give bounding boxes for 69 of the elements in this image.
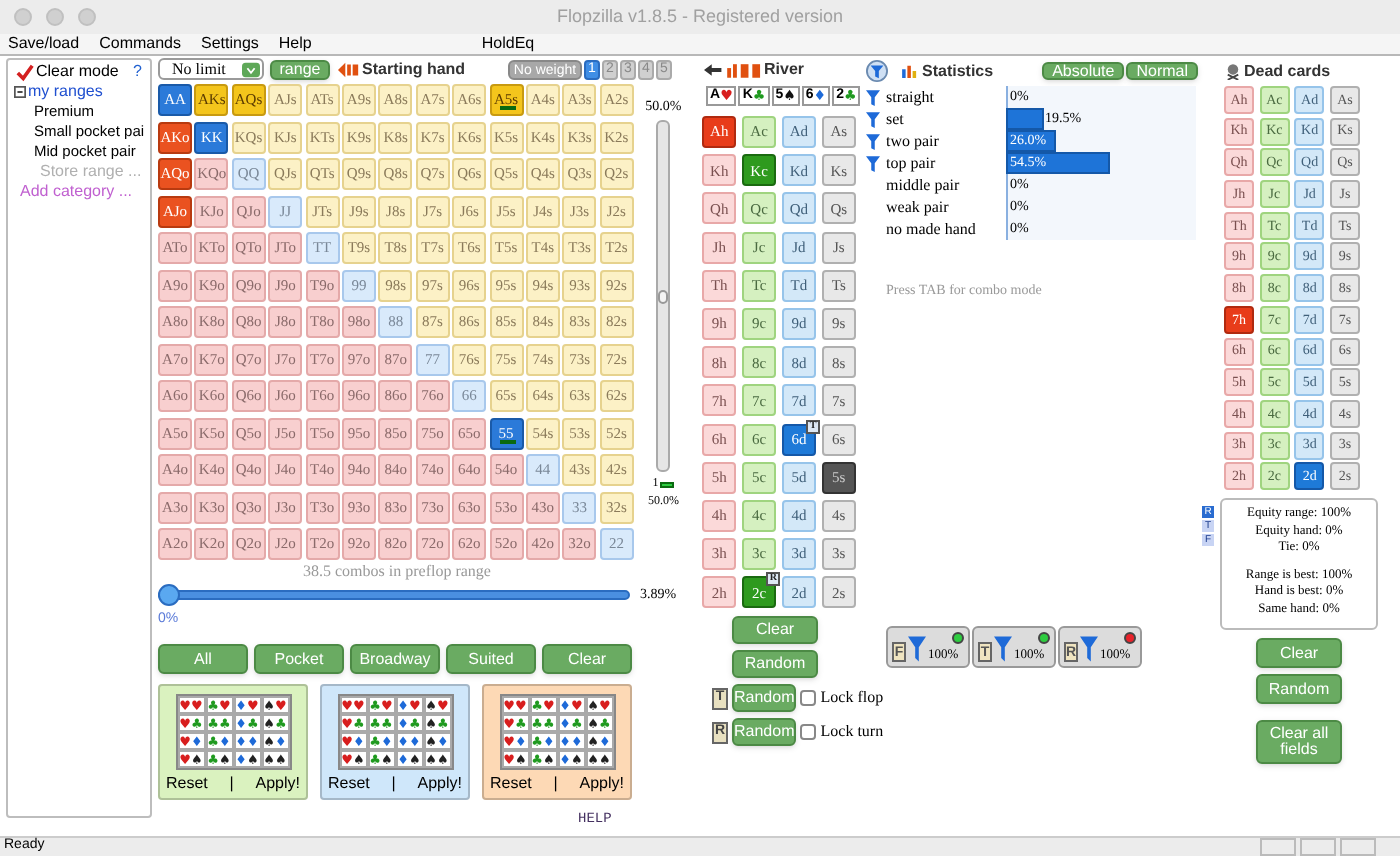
- checkbox-label[interactable]: Lock turn: [820, 720, 884, 745]
- random-button[interactable]: Random: [732, 718, 797, 747]
- clear-button[interactable]: Clear: [1256, 638, 1342, 669]
- stat-label: middle pair: [886, 173, 962, 197]
- random-button[interactable]: Random: [732, 684, 797, 713]
- menu-item[interactable]: Commands: [99, 32, 181, 56]
- checkbox[interactable]: [800, 690, 817, 707]
- dropdown-caret-icon: [242, 61, 260, 77]
- arrow-icon: [338, 61, 360, 77]
- reset-link[interactable]: Reset: [328, 772, 370, 796]
- status-pane: [1300, 838, 1336, 856]
- skull-icon: [1226, 63, 1240, 79]
- store-range-item[interactable]: Store range ...: [8, 162, 150, 182]
- reset-link[interactable]: Reset: [490, 772, 532, 796]
- status-pane: [1260, 838, 1296, 856]
- stat-label: weak pair: [886, 195, 951, 219]
- combos-text: 38.5 combos in preflop range: [301, 562, 493, 580]
- random-button[interactable]: Random: [1256, 674, 1342, 705]
- reset-link[interactable]: Reset: [166, 772, 208, 796]
- mode-button[interactable]: Normal: [1126, 62, 1198, 80]
- add-category-link[interactable]: Add category ...: [8, 182, 150, 202]
- help-link[interactable]: ?: [133, 62, 142, 82]
- filter-icon: [994, 635, 1012, 661]
- filter-icon: [908, 635, 926, 661]
- range-button[interactable]: Suited: [446, 644, 536, 674]
- menu-item[interactable]: Settings: [201, 32, 259, 56]
- separator-text: |: [229, 772, 234, 796]
- range-button[interactable]: Clear: [542, 644, 632, 674]
- panel-title: Starting hand: [362, 57, 466, 81]
- mode-button[interactable]: Absolute: [1042, 62, 1125, 80]
- filter-icon: [866, 60, 888, 82]
- separator-text: |: [553, 772, 558, 796]
- window-title: Flopzilla v1.8.5 - Registered version: [556, 3, 844, 30]
- checkbox[interactable]: [800, 724, 817, 741]
- slider-thumb[interactable]: [158, 584, 180, 606]
- range-button[interactable]: All: [158, 644, 248, 674]
- menu-item[interactable]: Save/load: [8, 32, 80, 56]
- clear-button[interactable]: Clear: [732, 616, 818, 645]
- apply-link[interactable]: Apply!: [255, 772, 300, 796]
- panel-title: Dead cards: [1244, 59, 1331, 83]
- range-slider[interactable]: [158, 584, 630, 606]
- menu-item[interactable]: Help: [278, 32, 312, 56]
- weight-marker-icon: [660, 481, 675, 487]
- apply-link[interactable]: Apply!: [417, 772, 462, 796]
- range-button[interactable]: Broadway: [350, 644, 440, 674]
- game-dropdown[interactable]: No limit: [158, 58, 264, 80]
- panel-title: River: [764, 57, 805, 81]
- weight-slider[interactable]: [656, 119, 671, 471]
- stat-label: no made hand: [886, 217, 978, 241]
- stat-label: two pair: [886, 129, 941, 153]
- clear-all-fields-button[interactable]: Clear all fields: [1256, 720, 1342, 765]
- menu-item[interactable]: HoldEq: [481, 32, 535, 56]
- stat-label: straight: [886, 85, 936, 109]
- clear-mode-label[interactable]: Clear mode: [36, 62, 119, 82]
- panel-title: Statistics: [922, 59, 994, 83]
- slider-thumb[interactable]: [658, 289, 669, 303]
- checkbox-label[interactable]: Lock flop: [820, 686, 884, 711]
- filter-icon: [1080, 635, 1098, 661]
- random-button[interactable]: Random: [732, 650, 818, 679]
- tree-folder[interactable]: my ranges: [28, 82, 103, 102]
- range-button[interactable]: Pocket: [254, 644, 344, 674]
- range-button[interactable]: range: [270, 59, 330, 79]
- apply-link[interactable]: Apply!: [579, 772, 624, 796]
- separator-text: |: [391, 772, 396, 796]
- status-pane: [1340, 838, 1376, 856]
- back-arrow-icon: [704, 61, 762, 77]
- stat-label: set: [886, 107, 906, 131]
- stat-label: top pair: [886, 151, 938, 175]
- bar-chart-icon: [902, 64, 918, 78]
